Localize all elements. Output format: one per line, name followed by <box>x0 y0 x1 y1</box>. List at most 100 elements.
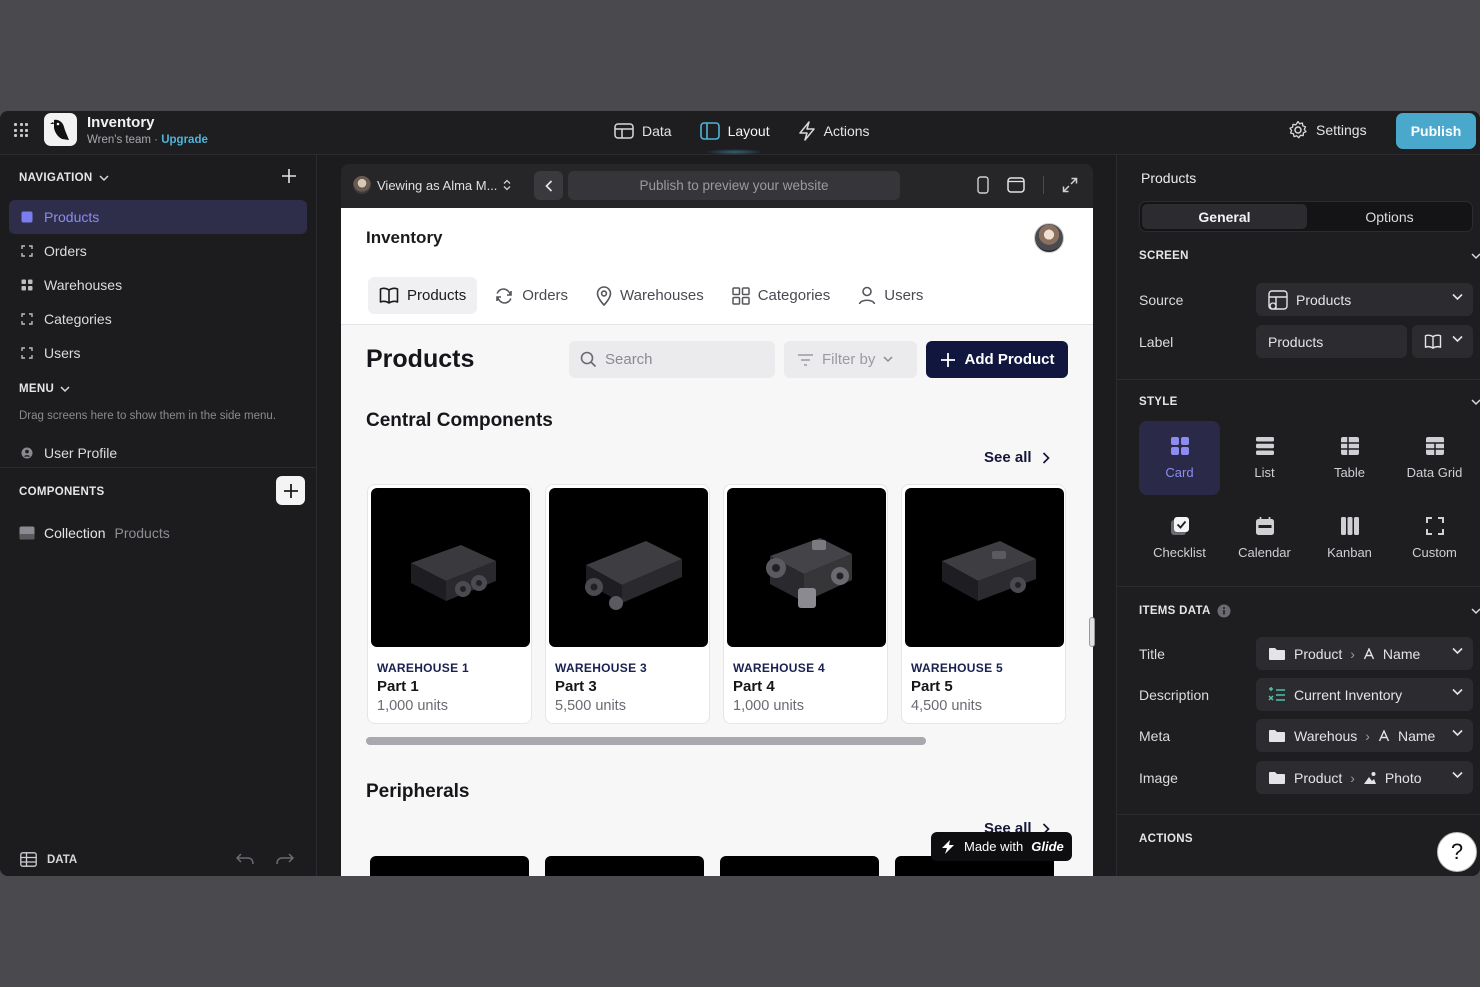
meta-field-dropdown[interactable]: Warehous › Name <box>1256 719 1473 752</box>
card-units: 5,500 units <box>555 698 626 714</box>
image-field-dropdown[interactable]: Product › Photo <box>1256 761 1473 794</box>
label-value: Products <box>1268 333 1324 350</box>
product-image[interactable] <box>545 856 704 876</box>
made-with-glide-badge[interactable]: Made with Glide <box>931 832 1072 861</box>
filter-label: Filter by <box>822 351 876 368</box>
field-column: Photo <box>1384 769 1422 786</box>
corners-icon <box>20 346 34 360</box>
section-title: Central Components <box>366 410 553 431</box>
product-card[interactable]: WAREHOUSE 5 Part 5 4,500 units <box>901 484 1066 724</box>
site-tab-orders[interactable]: Orders <box>483 277 579 314</box>
filter-dropdown[interactable]: Filter by <box>784 341 917 378</box>
publish-button[interactable]: Publish <box>1396 113 1476 149</box>
label-icon-picker[interactable] <box>1412 325 1473 358</box>
avatar[interactable] <box>1034 223 1064 253</box>
tab-options[interactable]: Options <box>1307 204 1472 229</box>
product-card[interactable]: WAREHOUSE 3 Part 3 5,500 units <box>545 484 710 724</box>
panel-title: Products <box>1141 170 1197 186</box>
tab-general[interactable]: General <box>1142 204 1307 229</box>
label-input[interactable]: Products <box>1256 325 1407 358</box>
style-label: List <box>1254 465 1275 480</box>
component-collection[interactable]: Collection Products <box>19 525 170 541</box>
chevron-down-icon <box>1471 398 1480 405</box>
product-image[interactable] <box>720 856 879 876</box>
style-card[interactable]: Card <box>1139 421 1220 495</box>
style-kanban[interactable]: Kanban <box>1309 501 1390 575</box>
add-product-button[interactable]: Add Product <box>926 341 1068 378</box>
screen-section-header[interactable]: SCREEN <box>1139 250 1480 262</box>
sidebar-item-user-profile[interactable]: User Profile <box>9 436 307 470</box>
sidebar-item-categories[interactable]: Categories <box>9 302 307 336</box>
horizontal-scrollbar[interactable] <box>366 737 926 745</box>
sidebar-item-users[interactable]: Users <box>9 336 307 370</box>
grid-icon <box>731 286 750 305</box>
undo-icon[interactable] <box>235 852 255 866</box>
style-calendar[interactable]: Calendar <box>1224 501 1305 575</box>
components-header-label: COMPONENTS <box>19 486 105 498</box>
product-image <box>905 488 1064 647</box>
expand-icon[interactable] <box>1062 177 1078 193</box>
info-icon <box>1217 604 1231 618</box>
style-label: Table <box>1333 465 1366 480</box>
items-data-section-header[interactable]: ITEMS DATA <box>1139 604 1480 618</box>
style-data-grid[interactable]: Data Grid <box>1394 421 1475 495</box>
back-button[interactable] <box>534 171 563 200</box>
actions-section-header[interactable]: ACTIONS <box>1139 833 1193 845</box>
style-checklist[interactable]: Checklist <box>1139 501 1220 575</box>
tab-data[interactable]: Data <box>600 111 686 151</box>
product-card[interactable]: WAREHOUSE 1 Part 1 1,000 units <box>367 484 532 724</box>
add-component-button[interactable] <box>276 476 305 505</box>
description-field-dropdown[interactable]: Current Inventory <box>1256 678 1473 711</box>
site-tab-users[interactable]: Users <box>847 277 934 314</box>
site-tab-categories[interactable]: Categories <box>721 277 842 314</box>
bolt-icon <box>798 121 815 141</box>
book-icon <box>379 287 399 304</box>
viewing-as-label: Viewing as Alma M... <box>377 177 498 193</box>
viewing-as-selector[interactable]: Viewing as Alma M... <box>353 176 511 194</box>
list-style-icon <box>1255 437 1274 455</box>
resize-handle[interactable] <box>1089 617 1095 647</box>
site-title: Inventory <box>366 228 443 247</box>
help-button[interactable]: ? <box>1437 832 1477 872</box>
style-custom[interactable]: Custom <box>1394 501 1475 575</box>
card-style-icon <box>1170 437 1189 455</box>
preview-url-field[interactable]: Publish to preview your website <box>568 171 900 200</box>
sidebar-item-orders[interactable]: Orders <box>9 234 307 268</box>
card-grid-icon <box>20 278 34 292</box>
card-units: 1,000 units <box>377 698 448 714</box>
sidebar-item-products[interactable]: Products <box>9 200 307 234</box>
chevron-down-icon <box>1452 647 1463 655</box>
product-image[interactable] <box>370 856 529 876</box>
product-card[interactable]: WAREHOUSE 4 Part 4 1,000 units <box>723 484 888 724</box>
style-list[interactable]: List <box>1224 421 1305 495</box>
menu-header[interactable]: MENU <box>19 383 70 395</box>
style-label: Custom <box>1412 545 1457 560</box>
source-dropdown[interactable]: Products <box>1256 283 1473 316</box>
search-input[interactable]: Search <box>569 341 775 378</box>
navigation-header[interactable]: NAVIGATION <box>19 172 109 184</box>
site-tab-warehouses[interactable]: Warehouses <box>585 277 715 314</box>
tab-actions[interactable]: Actions <box>784 111 884 151</box>
app-logo[interactable] <box>44 113 77 146</box>
title-field-dropdown[interactable]: Product › Name <box>1256 637 1473 670</box>
redo-icon[interactable] <box>275 852 295 866</box>
items-header-label: ITEMS DATA <box>1139 605 1211 617</box>
text-type-icon <box>1363 647 1375 659</box>
apps-grid-icon[interactable] <box>14 123 28 137</box>
data-footer[interactable]: DATA <box>20 852 77 867</box>
add-screen-button[interactable] <box>278 165 300 187</box>
tab-data-label: Data <box>642 123 672 139</box>
divider <box>1043 176 1044 194</box>
site-tab-products[interactable]: Products <box>368 277 478 314</box>
settings-button[interactable]: Settings <box>1288 120 1367 140</box>
sidebar-item-warehouses[interactable]: Warehouses <box>9 268 307 302</box>
upgrade-link[interactable]: Upgrade <box>161 134 208 146</box>
style-table[interactable]: Table <box>1309 421 1390 495</box>
map-pin-icon <box>596 285 612 306</box>
style-section-header[interactable]: STYLE <box>1139 396 1480 408</box>
see-all-link[interactable]: See all <box>984 449 1050 466</box>
chevron-down-icon <box>1452 729 1463 737</box>
desktop-icon[interactable] <box>1007 177 1025 193</box>
tab-layout[interactable]: Layout <box>686 111 784 155</box>
phone-icon[interactable] <box>977 176 989 194</box>
